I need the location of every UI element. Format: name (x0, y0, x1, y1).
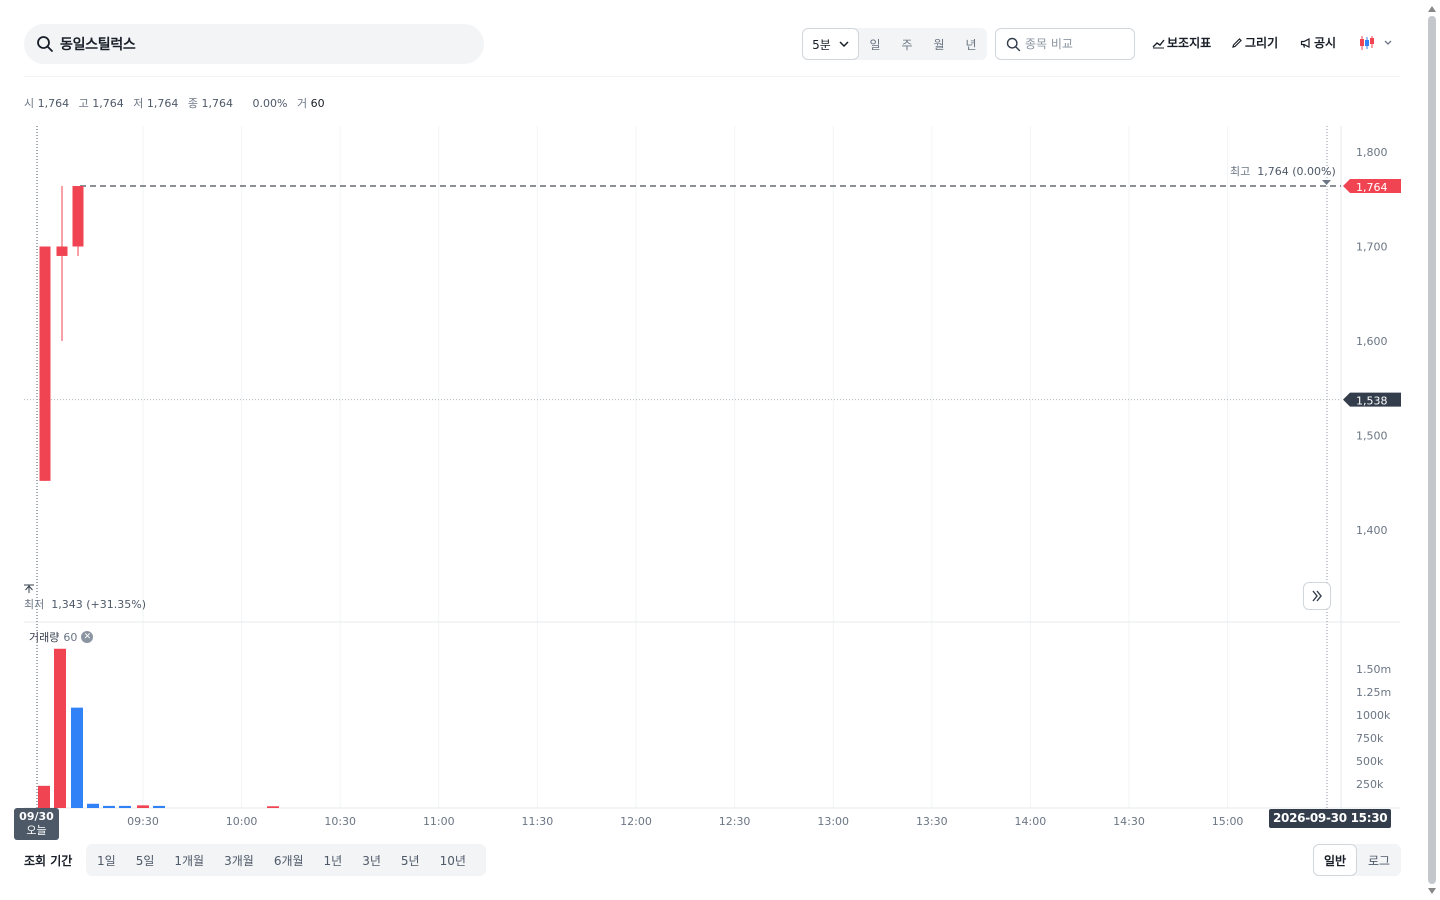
time-tick-label: 12:00 (620, 815, 652, 828)
scroll-thumb[interactable] (1428, 16, 1436, 884)
time-tick-label: 11:00 (423, 815, 455, 828)
volume-bar (137, 805, 149, 808)
volume-tick-label: 1.50m (1356, 663, 1391, 676)
volume-tick-label: 1.25m (1356, 686, 1391, 699)
volume-tick-label: 250k (1356, 778, 1384, 791)
time-tick-label: 10:00 (226, 815, 258, 828)
price-tick-label: 1,400 (1356, 524, 1388, 537)
time-tick-label: 13:30 (916, 815, 948, 828)
end-time-badge: 2026-09-30 15:30 (1269, 809, 1392, 828)
highest-label-value: 1,764 (0.00%) (1257, 165, 1336, 178)
scale-log-button[interactable]: 로그 (1357, 844, 1401, 876)
candle-body (56, 246, 68, 256)
time-tick-label: 10:30 (324, 815, 356, 828)
range-10y-button[interactable]: 10년 (435, 852, 471, 869)
highest-marker-label: 최고 1,764 (0.00%) (1230, 163, 1336, 179)
scale-linear-button[interactable]: 일반 (1313, 844, 1357, 876)
close-icon[interactable]: ✕ (81, 631, 94, 643)
volume-legend-label: 거래량 (29, 631, 60, 644)
range-5y-button[interactable]: 5년 (396, 852, 425, 869)
volume-legend: 거래량 60 ✕ (29, 629, 94, 645)
volume-bar (71, 707, 83, 808)
time-tick-label: 14:30 (1113, 815, 1145, 828)
volume-bar (267, 806, 279, 808)
range-3y-button[interactable]: 3년 (357, 852, 386, 869)
price-tick-label: 1,800 (1356, 146, 1388, 159)
price-tick-label: 1,700 (1356, 241, 1388, 254)
lowest-marker-label: 최저 1,343 (+31.35%) (24, 596, 146, 612)
double-chevron-right-icon (1312, 590, 1322, 602)
scale-toggle: 일반 로그 (1313, 844, 1401, 876)
volume-bar (54, 648, 66, 808)
range-label: 조회 기간 (24, 854, 73, 868)
volume-tick-label: 750k (1356, 732, 1384, 745)
candle-body (39, 246, 51, 481)
highest-label-text: 최고 (1230, 165, 1251, 178)
volume-tick-label: 500k (1356, 755, 1384, 768)
date-badge: 09/30 오늘 (14, 808, 59, 840)
time-tick-label: 11:30 (522, 815, 554, 828)
time-tick-label: 14:00 (1015, 815, 1047, 828)
candle-body (72, 186, 84, 247)
scroll-down-arrow[interactable] (1428, 888, 1436, 894)
scroll-up-arrow[interactable] (1428, 6, 1436, 12)
volume-bar (119, 805, 131, 808)
page-scrollbar[interactable] (1428, 6, 1436, 894)
volume-bar (153, 805, 165, 808)
lowest-label-value: 1,343 (+31.35%) (51, 598, 146, 611)
current-price-tag: 1,764 (1356, 181, 1388, 194)
volume-bar (38, 785, 50, 808)
date-badge-sub: 오늘 (26, 824, 47, 837)
volume-tick-label: 1000k (1356, 709, 1391, 722)
price-tick-label: 1,600 (1356, 335, 1388, 348)
volume-legend-value: 60 (63, 630, 78, 644)
crosshair-price-tag: 1,538 (1356, 395, 1388, 408)
lowest-marker-arrow (24, 584, 34, 593)
range-selector: 1일 5일 1개월 3개월 6개월 1년 3년 5년 10년 (86, 844, 486, 876)
range-1y-button[interactable]: 1년 (319, 852, 348, 869)
range-1m-button[interactable]: 1개월 (169, 852, 209, 869)
time-tick-label: 12:30 (719, 815, 751, 828)
volume-bar (103, 805, 115, 808)
time-tick-label: 09:30 (127, 815, 159, 828)
scroll-to-latest-button[interactable] (1303, 582, 1331, 610)
range-6m-button[interactable]: 6개월 (269, 852, 309, 869)
range-5d-button[interactable]: 5일 (131, 852, 160, 869)
price-chart[interactable]: 09:30 10:00 10:30 11:00 11:30 12:00 12:30 13:00… (0, 0, 1420, 845)
lowest-label-text: 최저 (24, 598, 45, 611)
time-tick-label: 13:00 (817, 815, 849, 828)
range-1d-button[interactable]: 1일 (92, 852, 121, 869)
volume-bar (87, 803, 99, 808)
time-tick-label: 15:00 (1212, 815, 1244, 828)
range-3m-button[interactable]: 3개월 (219, 852, 259, 869)
price-tick-label: 1,500 (1356, 430, 1388, 443)
highest-marker-arrow (1322, 180, 1331, 186)
date-badge-date: 09/30 (19, 810, 54, 823)
